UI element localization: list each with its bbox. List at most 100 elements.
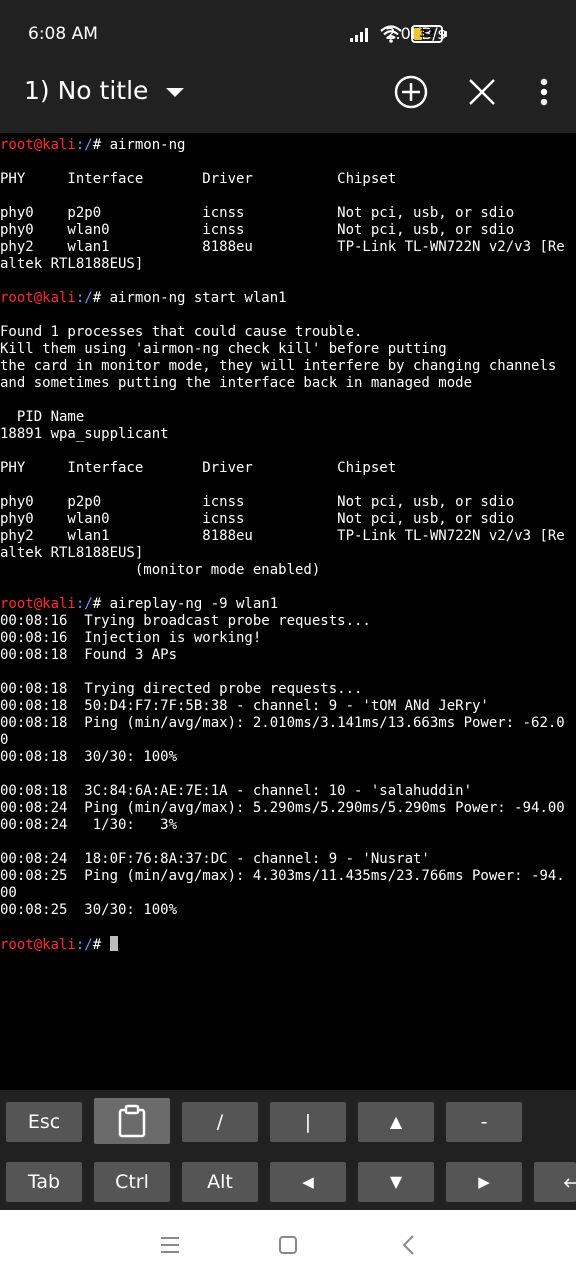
output-line: phy0 wlan0 icnss Not pci, usb, or sdio — [0, 222, 515, 238]
prompt-line: root@kali:/# aireplay-ng -9 wlan1 — [0, 596, 576, 613]
back-icon[interactable] — [396, 1232, 424, 1258]
terminal-cursor — [109, 936, 118, 951]
output-line: phy2 wlan1 8188eu TP-Link TL-WN722N v2/v… — [0, 528, 565, 544]
status-time: 6:08 AM — [28, 24, 98, 44]
prompt-user: root@kali — [0, 937, 76, 953]
prompt-line: root@kali:/# airmon-ng — [0, 137, 576, 154]
arrow-up-key[interactable]: ▲ — [358, 1102, 434, 1142]
dash-key-label: - — [480, 1111, 488, 1133]
arrow-up-key-label: ▲ — [389, 1112, 403, 1131]
ctrl-key[interactable]: Ctrl — [94, 1162, 170, 1202]
output-line: 00:08:16 Injection is working! — [0, 630, 262, 646]
output-line: altek RTL8188EUS] — [0, 256, 144, 272]
slash-key[interactable]: / — [182, 1102, 258, 1142]
output-line: 00:08:18 Trying directed probe requests.… — [0, 681, 363, 697]
output-line: 00:08:25 30/30: 100% — [0, 902, 178, 918]
alt-key-label: Alt — [207, 1171, 233, 1193]
output-line: 00:08:18 50:D4:F7:7F:5B:38 - channel: 9 … — [0, 698, 489, 714]
output-line: (monitor mode enabled) — [0, 562, 321, 578]
output-line: altek RTL8188EUS] — [0, 545, 144, 561]
arrow-right-key-label: ▶ — [478, 1173, 490, 1191]
prompt-line: root@kali:/# — [0, 936, 576, 953]
arrow-left-key-label: ◀ — [302, 1173, 314, 1191]
arrow-right-key[interactable]: ▶ — [446, 1162, 522, 1202]
tab-key[interactable]: Tab — [6, 1162, 82, 1202]
output-line: 18891 wpa_supplicant — [0, 426, 169, 442]
recent-apps-icon[interactable] — [156, 1232, 184, 1258]
prompt-user: root@kali — [0, 290, 76, 306]
prompt-command: # aireplay-ng -9 wlan1 — [92, 596, 279, 612]
slash-key-label: / — [216, 1111, 224, 1133]
esc-key-label: Esc — [27, 1111, 61, 1133]
prompt-command: # — [92, 937, 110, 953]
ctrl-key-label: Ctrl — [115, 1171, 149, 1193]
output-line: 00:08:24 Ping (min/avg/max): 5.290ms/5.2… — [0, 800, 565, 816]
dash-key[interactable]: - — [446, 1102, 522, 1142]
output-line: phy2 wlan1 8188eu TP-Link TL-WN722N v2/v… — [0, 239, 565, 255]
battery-icon: 32 — [411, 25, 447, 43]
output-line: phy0 p2p0 icnss Not pci, usb, or sdio — [0, 205, 515, 221]
prompt-path: :/ — [75, 290, 93, 306]
system-nav-bar — [0, 1210, 576, 1280]
more-vert-icon[interactable] — [524, 72, 564, 112]
output-line: 00:08:16 Trying broadcast probe requests… — [0, 613, 371, 629]
terminal-output[interactable]: root@kali:/# airmon-ng PHY Interface Driv… — [0, 133, 576, 1090]
esc-key[interactable]: Esc — [6, 1102, 82, 1142]
output-line: 00:08:18 30/30: 100% — [0, 749, 178, 765]
output-line: 00:08:24 18:0F:76:8A:37:DC - channel: 9 … — [0, 851, 430, 867]
prompt-path: :/ — [75, 937, 93, 953]
close-icon[interactable] — [462, 72, 502, 112]
enter-icon — [563, 1178, 576, 1188]
output-line: phy0 wlan0 icnss Not pci, usb, or sdio — [0, 511, 515, 527]
output-line: 00:08:18 Found 3 APs — [0, 647, 178, 663]
alt-key[interactable]: Alt — [182, 1162, 258, 1202]
prompt-user: root@kali — [0, 137, 76, 153]
output-line: 00:08:25 Ping (min/avg/max): 4.303ms/11.… — [0, 868, 565, 884]
output-line: PHY Interface Driver Chipset — [0, 460, 397, 476]
arrow-down-key-label: ▼ — [389, 1172, 403, 1191]
output-line: 00:08:18 Ping (min/avg/max): 2.010ms/3.1… — [0, 715, 565, 731]
output-line: and sometimes putting the interface back… — [0, 375, 473, 391]
enter-key[interactable] — [534, 1162, 576, 1202]
add-icon[interactable] — [391, 72, 431, 112]
output-line: Found 1 processes that could cause troub… — [0, 324, 363, 340]
clipboard-icon — [118, 1104, 146, 1138]
app-header: 6:08 AM 2.0KB/s 32 1) No title — [0, 0, 576, 133]
prompt-line: root@kali:/# airmon-ng start wlan1 — [0, 290, 576, 307]
output-line: PHY Interface Driver Chipset — [0, 171, 397, 187]
arrow-left-key[interactable]: ◀ — [270, 1162, 346, 1202]
output-line: 0 — [0, 732, 9, 748]
home-icon[interactable] — [274, 1232, 302, 1258]
pipe-key-label: | — [304, 1111, 312, 1133]
chevron-down-icon[interactable] — [163, 80, 187, 104]
prompt-command: # airmon-ng — [92, 137, 186, 153]
output-line: Kill them using 'airmon-ng check kill' b… — [0, 341, 447, 357]
output-line: 00:08:18 3C:84:6A:AE:7E:1A - channel: 10… — [0, 783, 473, 799]
battery-level: 32 — [419, 27, 435, 40]
prompt-command: # airmon-ng start wlan1 — [92, 290, 287, 306]
prompt-user: root@kali — [0, 596, 76, 612]
output-line: 00:08:24 1/30: 3% — [0, 817, 178, 833]
wifi-icon — [380, 25, 402, 43]
output-line: the card in monitor mode, they will inte… — [0, 358, 557, 374]
extra-keys-bar: Esc / | ▲ - Tab Ctrl Alt ◀ ▼ ▶ — [0, 1090, 576, 1210]
output-line: 00 — [0, 885, 17, 901]
arrow-down-key[interactable]: ▼ — [358, 1162, 434, 1202]
output-line: phy0 p2p0 icnss Not pci, usb, or sdio — [0, 494, 515, 510]
pipe-key[interactable]: | — [270, 1102, 346, 1142]
clipboard-key[interactable] — [94, 1098, 170, 1144]
prompt-path: :/ — [75, 137, 93, 153]
session-title[interactable]: 1) No title — [24, 76, 148, 105]
output-line: PID Name — [0, 409, 85, 425]
tab-key-label: Tab — [27, 1171, 61, 1193]
